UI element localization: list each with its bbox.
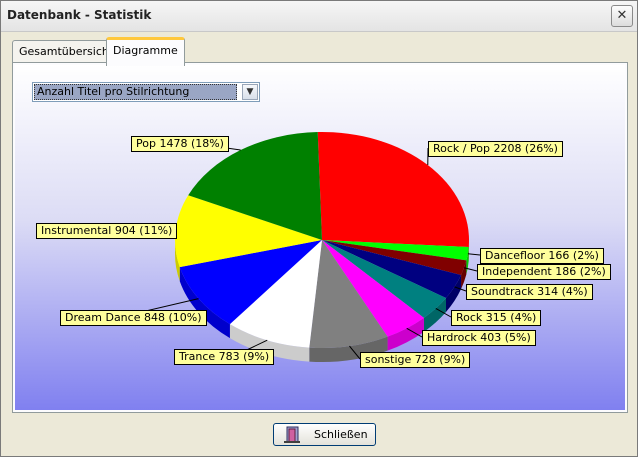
schliessen-label: Schließen	[314, 428, 368, 441]
pie-label-dream-dance: Dream Dance 848 (10%)	[60, 310, 207, 326]
tab-label: Diagramme	[113, 44, 178, 57]
pie-label-instrumental: Instrumental 904 (11%)	[36, 223, 178, 239]
select-value: Anzahl Titel pro Stilrichtung	[34, 84, 237, 100]
schliessen-button[interactable]: Schließen	[273, 423, 376, 446]
pie-label-dancefloor: Dancefloor 166 (2%)	[480, 248, 604, 264]
statistic-type-select[interactable]: Anzahl Titel pro Stilrichtung ▼	[32, 82, 260, 102]
window-title: Datenbank - Statistik	[7, 8, 152, 22]
pie-label-rock: Rock 315 (4%)	[451, 310, 542, 326]
pie-label-independent: Independent 186 (2%)	[477, 264, 611, 280]
chart-area: Rock / Pop 2208 (26%) Dancefloor 166 (2%)…	[15, 65, 625, 410]
tab-gesamtuebersicht[interactable]: Gesamtübersicht	[12, 40, 121, 63]
pie-label-hardrock: Hardrock 403 (5%)	[422, 330, 536, 346]
pie-label-pop: Pop 1478 (18%)	[131, 136, 229, 152]
statistics-window: Datenbank - Statistik ✕ Gesamtübersicht …	[0, 0, 638, 457]
close-icon: ✕	[616, 8, 628, 23]
chart-panel: Rock / Pop 2208 (26%) Dancefloor 166 (2%)…	[12, 62, 628, 413]
exit-door-icon	[284, 426, 300, 443]
tab-label: Gesamtübersicht	[19, 45, 114, 58]
pie-label-rock-pop: Rock / Pop 2208 (26%)	[428, 141, 563, 157]
tab-diagramme[interactable]: Diagramme	[106, 37, 185, 66]
pie-label-connector	[467, 253, 481, 256]
pie-label-sonstige: sonstige 728 (9%)	[360, 352, 471, 368]
close-window-button[interactable]: ✕	[611, 5, 633, 27]
pie-label-soundtrack: Soundtrack 314 (4%)	[466, 284, 593, 300]
title-bar: Datenbank - Statistik ✕	[1, 1, 637, 32]
pie-label-trance: Trance 783 (9%)	[174, 349, 275, 365]
chevron-down-icon[interactable]: ▼	[242, 84, 258, 100]
